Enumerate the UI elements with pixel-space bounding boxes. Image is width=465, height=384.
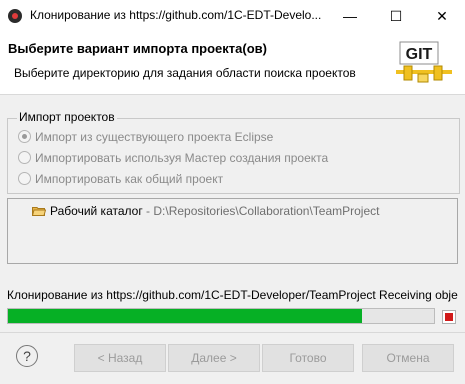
git-logo-text: GIT (406, 46, 433, 63)
tree-item-separator: - (142, 204, 154, 218)
progress-status-text: Клонирование из https://github.com/1C-ED… (7, 288, 458, 302)
next-button[interactable]: Далее > (168, 344, 260, 372)
wizard-header: Выберите вариант импорта проекта(ов) Выб… (0, 32, 465, 95)
radio-import-general-project[interactable]: Импортировать как общий проект (18, 172, 223, 186)
import-group-label: Импорт проектов (17, 110, 117, 124)
back-button[interactable]: < Назад (74, 344, 166, 372)
radio-import-existing-eclipse[interactable]: Импорт из существующего проекта Eclipse (18, 130, 273, 144)
tree-item-name: Рабочий каталог (50, 204, 143, 218)
radio-import-wizard[interactable]: Импортировать используя Мастер создания … (18, 151, 328, 165)
git-logo-icon: GIT (396, 41, 452, 83)
tree-item-path: D:\Repositories\Collaboration\TeamProjec… (153, 204, 380, 218)
maximize-button[interactable]: ☐ (373, 0, 419, 32)
page-subtitle: Выберите директорию для задания области … (14, 66, 356, 80)
directory-tree[interactable]: Рабочий каталог - D:\Repositories\Collab… (7, 198, 458, 264)
finish-button[interactable]: Готово (262, 344, 354, 372)
radio-icon[interactable] (18, 151, 31, 164)
tree-item-working-directory[interactable]: Рабочий каталог - D:\Repositories\Collab… (32, 204, 379, 218)
progress-bar (7, 308, 435, 324)
progress-bar-fill (8, 309, 362, 323)
minimize-button[interactable]: — (327, 0, 373, 32)
radio-selected-icon[interactable] (18, 130, 31, 143)
close-button[interactable]: ✕ (419, 0, 465, 32)
radio-label: Импортировать как общий проект (35, 172, 224, 186)
window-title: Клонирование из https://github.com/1C-ED… (30, 8, 322, 22)
cancel-button[interactable]: Отмена (362, 344, 454, 372)
page-title: Выберите вариант импорта проекта(ов) (8, 41, 267, 56)
stop-icon[interactable] (440, 308, 456, 324)
app-icon (8, 9, 22, 23)
radio-label: Импорт из существующего проекта Eclipse (35, 130, 274, 144)
radio-label: Импортировать используя Мастер создания … (35, 151, 329, 165)
window-titlebar[interactable]: Клонирование из https://github.com/1C-ED… (0, 0, 465, 32)
folder-open-icon (32, 207, 46, 216)
help-button[interactable]: ? (16, 345, 38, 367)
footer-divider (0, 332, 465, 333)
radio-icon[interactable] (18, 172, 31, 185)
